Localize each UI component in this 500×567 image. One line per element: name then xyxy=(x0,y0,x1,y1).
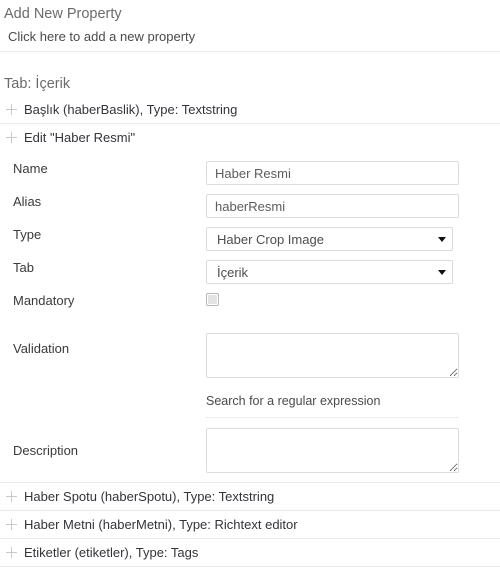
property-editor-page: Add New Property Click here to add a new… xyxy=(0,0,500,567)
form-row-mandatory: Mandatory xyxy=(0,293,500,321)
edit-property-form: Name Alias Type xyxy=(0,161,500,473)
plus-icon xyxy=(6,547,17,558)
name-input[interactable] xyxy=(206,161,459,185)
plus-icon xyxy=(6,132,17,143)
type-select[interactable] xyxy=(206,227,453,251)
description-textarea[interactable] xyxy=(206,428,459,473)
property-row-etiketler[interactable]: Etiketler (etiketler), Type: Tags xyxy=(0,539,500,566)
alias-input[interactable] xyxy=(206,194,459,218)
form-row-description: Description xyxy=(0,428,500,473)
property-row-haberResmi-expanded[interactable]: Edit "Haber Resmi" xyxy=(0,124,500,151)
alias-control xyxy=(206,194,500,218)
form-row-name: Name xyxy=(0,161,500,189)
plus-icon xyxy=(6,104,17,115)
property-row-label: Etiketler (etiketler), Type: Tags xyxy=(24,545,199,560)
property-row-label: Başlık (haberBaslik), Type: Textstring xyxy=(24,102,238,117)
form-row-type: Type xyxy=(0,227,500,255)
type-label: Type xyxy=(13,227,42,242)
tab-select-wrapper xyxy=(206,260,453,284)
form-row-validation: Validation xyxy=(0,333,500,378)
mandatory-control xyxy=(206,293,500,306)
validation-textarea[interactable] xyxy=(206,333,459,378)
edit-panel-header-label: Edit "Haber Resmi" xyxy=(24,130,136,145)
name-label: Name xyxy=(13,161,48,176)
type-control xyxy=(206,227,500,251)
description-control xyxy=(206,428,500,473)
helper-divider xyxy=(206,417,459,418)
property-row-label: Haber Metni (haberMetni), Type: Richtext… xyxy=(24,517,298,532)
tab-select[interactable] xyxy=(206,260,453,284)
validation-helper-control: Search for a regular expression xyxy=(206,394,500,418)
plus-icon xyxy=(6,519,17,530)
name-control xyxy=(206,161,500,185)
form-row-alias: Alias xyxy=(0,194,500,222)
form-row-validation-helper: Search for a regular expression xyxy=(0,394,500,422)
property-row-haberBaslik[interactable]: Başlık (haberBaslik), Type: Textstring xyxy=(0,96,500,123)
type-select-wrapper xyxy=(206,227,453,251)
add-new-property-title: Add New Property xyxy=(4,6,122,22)
property-row-label: Haber Spotu (haberSpotu), Type: Textstri… xyxy=(24,489,275,504)
description-label: Description xyxy=(13,443,79,458)
validation-control xyxy=(206,333,500,378)
property-row-haberMetni[interactable]: Haber Metni (haberMetni), Type: Richtext… xyxy=(0,511,500,538)
alias-label: Alias xyxy=(13,194,42,209)
validation-helper-text: Search for a regular expression xyxy=(206,394,381,408)
add-new-property-link[interactable]: Click here to add a new property xyxy=(0,26,500,51)
mandatory-label: Mandatory xyxy=(13,293,75,308)
validation-label: Validation xyxy=(13,341,70,356)
tab-section-title: Tab: İçerik xyxy=(4,76,71,92)
property-row-haberSpotu[interactable]: Haber Spotu (haberSpotu), Type: Textstri… xyxy=(0,483,500,510)
plus-icon xyxy=(6,491,17,502)
tab-label: Tab xyxy=(13,260,34,275)
form-row-tab: Tab xyxy=(0,260,500,288)
tab-control xyxy=(206,260,500,284)
mandatory-checkbox[interactable] xyxy=(206,293,219,306)
